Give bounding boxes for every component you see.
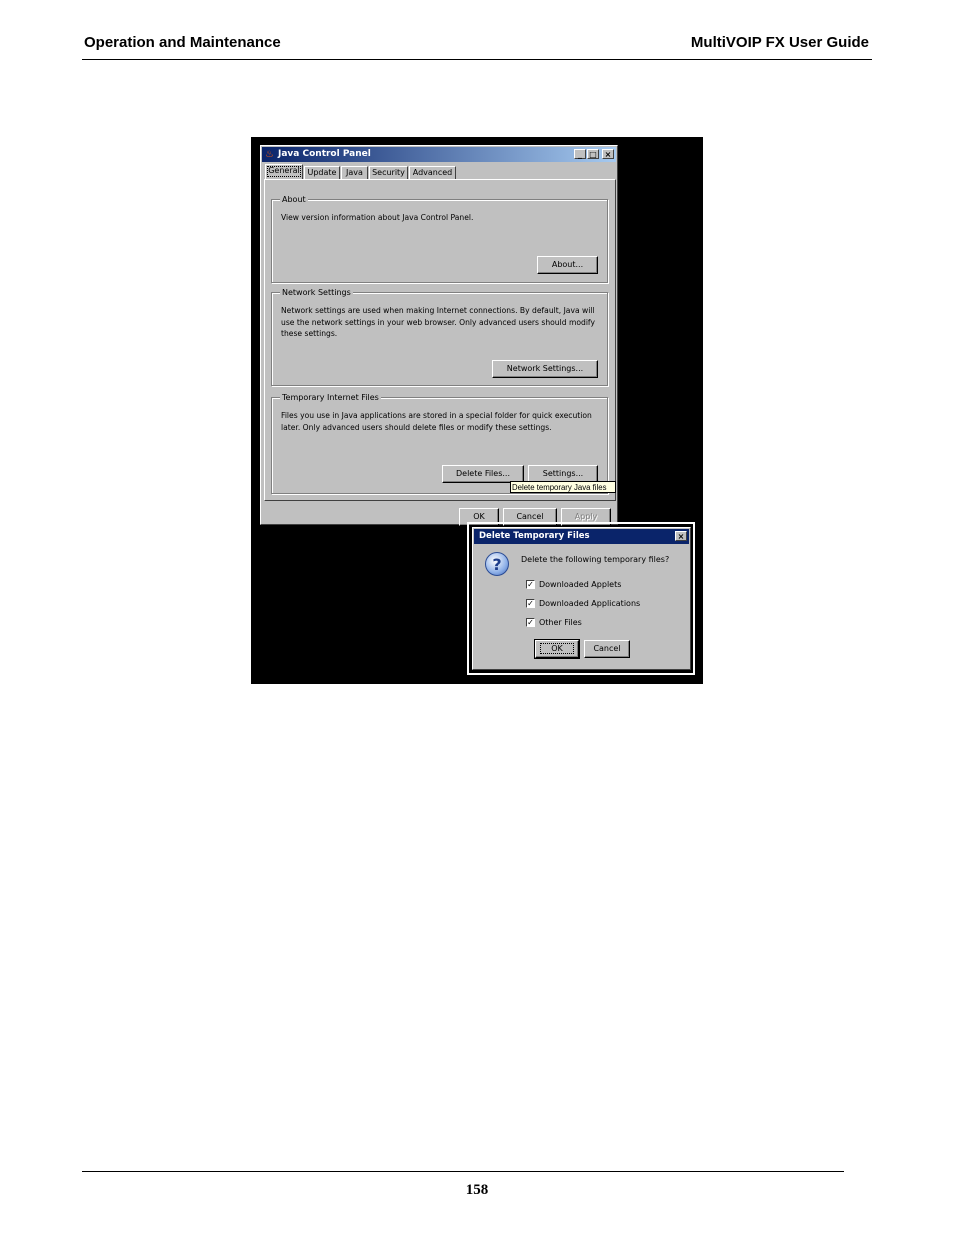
java-control-panel-window: ♨ Java Control Panel _ □ × General Updat… [260,145,618,526]
dialog-question: Delete the following temporary files? [521,555,670,564]
about-group: About View version information about Jav… [271,194,608,283]
network-legend: Network Settings [280,287,353,298]
dialog-cancel-button[interactable]: Cancel [584,640,630,658]
temporary-files-group: Temporary Internet Files Files you use i… [271,392,608,494]
checkbox-checked-icon: ✓ [526,580,535,589]
checkbox-label: Downloaded Applets [539,580,622,589]
tab-update[interactable]: Update [304,166,340,179]
checkbox-label: Other Files [539,618,582,627]
dialog-ok-label: OK [540,643,574,654]
delete-files-tooltip: Delete temporary Java files [510,481,616,493]
dialog-close-button[interactable]: × [675,531,687,541]
downloaded-applications-checkbox[interactable]: ✓ Downloaded Applications [526,599,640,610]
tab-general[interactable]: General [265,164,303,179]
dialog-title-bar: Delete Temporary Files × [474,529,689,544]
jcp-title: Java Control Panel [278,149,371,159]
temp-files-legend: Temporary Internet Files [280,392,381,403]
tab-advanced[interactable]: Advanced [409,166,456,179]
jcp-title-bar: ♨ Java Control Panel _ □ × [262,147,616,162]
network-description: Network settings are used when making In… [281,306,595,338]
question-icon: ? [485,552,509,576]
network-settings-button[interactable]: Network Settings... [492,360,598,378]
screenshot-figure: ♨ Java Control Panel _ □ × General Updat… [251,137,703,684]
header-rule [82,59,872,60]
general-tab-panel: About View version information about Jav… [264,179,616,501]
about-legend: About [280,194,308,205]
page-number: 158 [465,1182,489,1198]
dialog-title: Delete Temporary Files [479,531,590,541]
temp-files-description: Files you use in Java applications are s… [281,411,592,432]
minimize-button[interactable]: _ [574,149,586,159]
checkbox-checked-icon: ✓ [526,618,535,627]
tab-java[interactable]: Java [341,166,368,179]
about-button[interactable]: About... [537,256,598,274]
running-header-left: Operation and Maintenance [84,34,281,51]
running-header-right: MultiVOIP FX User Guide [690,34,869,51]
footer-rule [82,1171,844,1172]
maximize-button[interactable]: □ [587,149,599,159]
java-logo-icon: ♨ [265,149,274,160]
dialog-ok-button[interactable]: OK [534,639,580,659]
about-description: View version information about Java Cont… [281,213,474,222]
downloaded-applets-checkbox[interactable]: ✓ Downloaded Applets [526,580,621,591]
tab-security[interactable]: Security [369,166,408,179]
network-settings-group: Network Settings Network settings are us… [271,287,608,386]
checkbox-label: Downloaded Applications [539,599,641,608]
other-files-checkbox[interactable]: ✓ Other Files [526,618,582,629]
checkbox-checked-icon: ✓ [526,599,535,608]
close-button[interactable]: × [602,149,614,159]
delete-temporary-files-dialog: Delete Temporary Files × ? Delete the fo… [472,527,691,670]
